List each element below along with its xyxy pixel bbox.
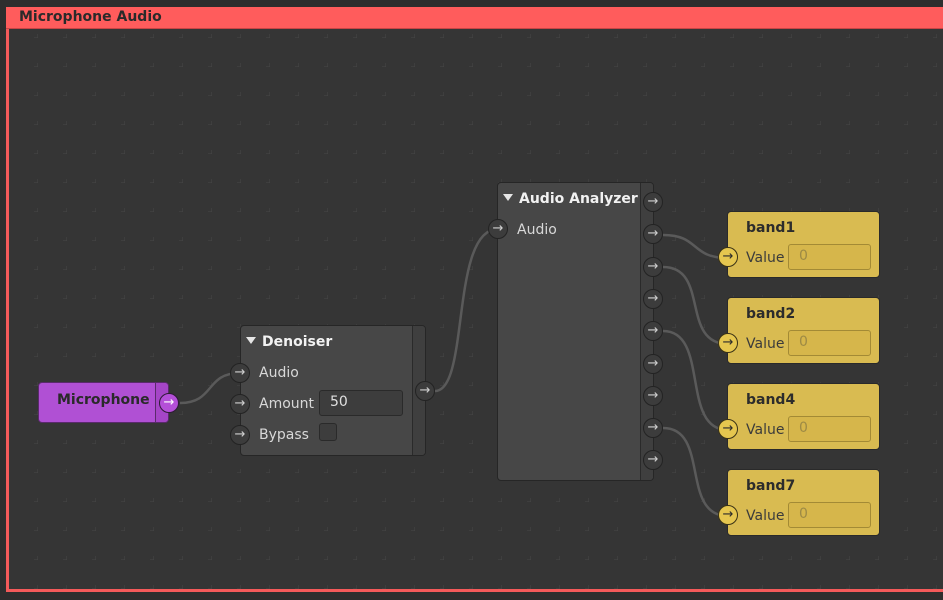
band-input-port-value[interactable]: → — [718, 247, 738, 267]
analyzer-output-port-4[interactable]: → — [643, 288, 663, 309]
audio-analyzer-node[interactable]: Audio Analyzer Audio — [497, 182, 654, 481]
node-title[interactable]: Audio Analyzer — [503, 191, 638, 207]
band-input-port-value[interactable]: → — [718, 333, 738, 353]
input-label-audio: Audio — [259, 365, 299, 381]
node-title: band7 — [746, 478, 796, 494]
bypass-checkbox[interactable] — [319, 423, 337, 441]
node-title: band4 — [746, 392, 796, 408]
analyzer-output-port-8[interactable]: → — [643, 418, 663, 439]
denoiser-input-port-audio[interactable]: → — [230, 363, 250, 383]
denoiser-input-port-amount[interactable]: → — [230, 394, 250, 414]
input-label-value: Value — [746, 422, 785, 438]
collapse-triangle-icon[interactable] — [246, 337, 256, 344]
microphone-node[interactable]: Microphone — [38, 382, 169, 423]
value-field[interactable]: 0 — [788, 502, 871, 528]
analyzer-input-port-audio[interactable]: → — [488, 219, 508, 239]
node-title[interactable]: Denoiser — [246, 334, 332, 350]
input-label-value: Value — [746, 250, 785, 266]
band-node[interactable]: band1 Value 0 — [727, 211, 880, 278]
band-node[interactable]: band4 Value 0 — [727, 383, 880, 450]
input-label-bypass: Bypass — [259, 427, 309, 443]
denoiser-node[interactable]: Denoiser Audio Amount 50 Bypass — [240, 325, 426, 456]
node-title-text: Denoiser — [262, 334, 333, 350]
band-input-port-value[interactable]: → — [718, 419, 738, 439]
microphone-output-port[interactable]: → — [159, 393, 179, 413]
analyzer-output-port-7[interactable]: → — [643, 385, 663, 406]
input-label-amount: Amount — [259, 396, 315, 412]
input-label-value: Value — [746, 508, 785, 524]
amount-field[interactable]: 50 — [319, 390, 403, 416]
value-field[interactable]: 0 — [788, 244, 871, 270]
analyzer-output-port-6[interactable]: → — [643, 353, 663, 374]
analyzer-output-port-1[interactable]: → — [643, 192, 663, 212]
input-label-value: Value — [746, 336, 785, 352]
wire-analyzer-band7 — [662, 426, 729, 518]
analyzer-output-port-3[interactable]: → — [643, 256, 663, 277]
node-title: band1 — [746, 220, 796, 236]
denoiser-input-port-bypass[interactable]: → — [230, 425, 250, 445]
node-title: band2 — [746, 306, 796, 322]
denoiser-output-port[interactable]: → — [415, 381, 435, 401]
node-title: Microphone — [57, 392, 150, 408]
value-field[interactable]: 0 — [788, 416, 871, 442]
node-title-text: Audio Analyzer — [519, 191, 638, 207]
band-input-port-value[interactable]: → — [718, 505, 738, 525]
input-label-audio: Audio — [517, 222, 557, 238]
band-node[interactable]: band7 Value 0 — [727, 469, 880, 536]
band-node[interactable]: band2 Value 0 — [727, 297, 880, 364]
collapse-triangle-icon[interactable] — [503, 194, 513, 201]
value-field[interactable]: 0 — [788, 330, 871, 356]
wire-denoiser-analyzer — [434, 227, 499, 393]
